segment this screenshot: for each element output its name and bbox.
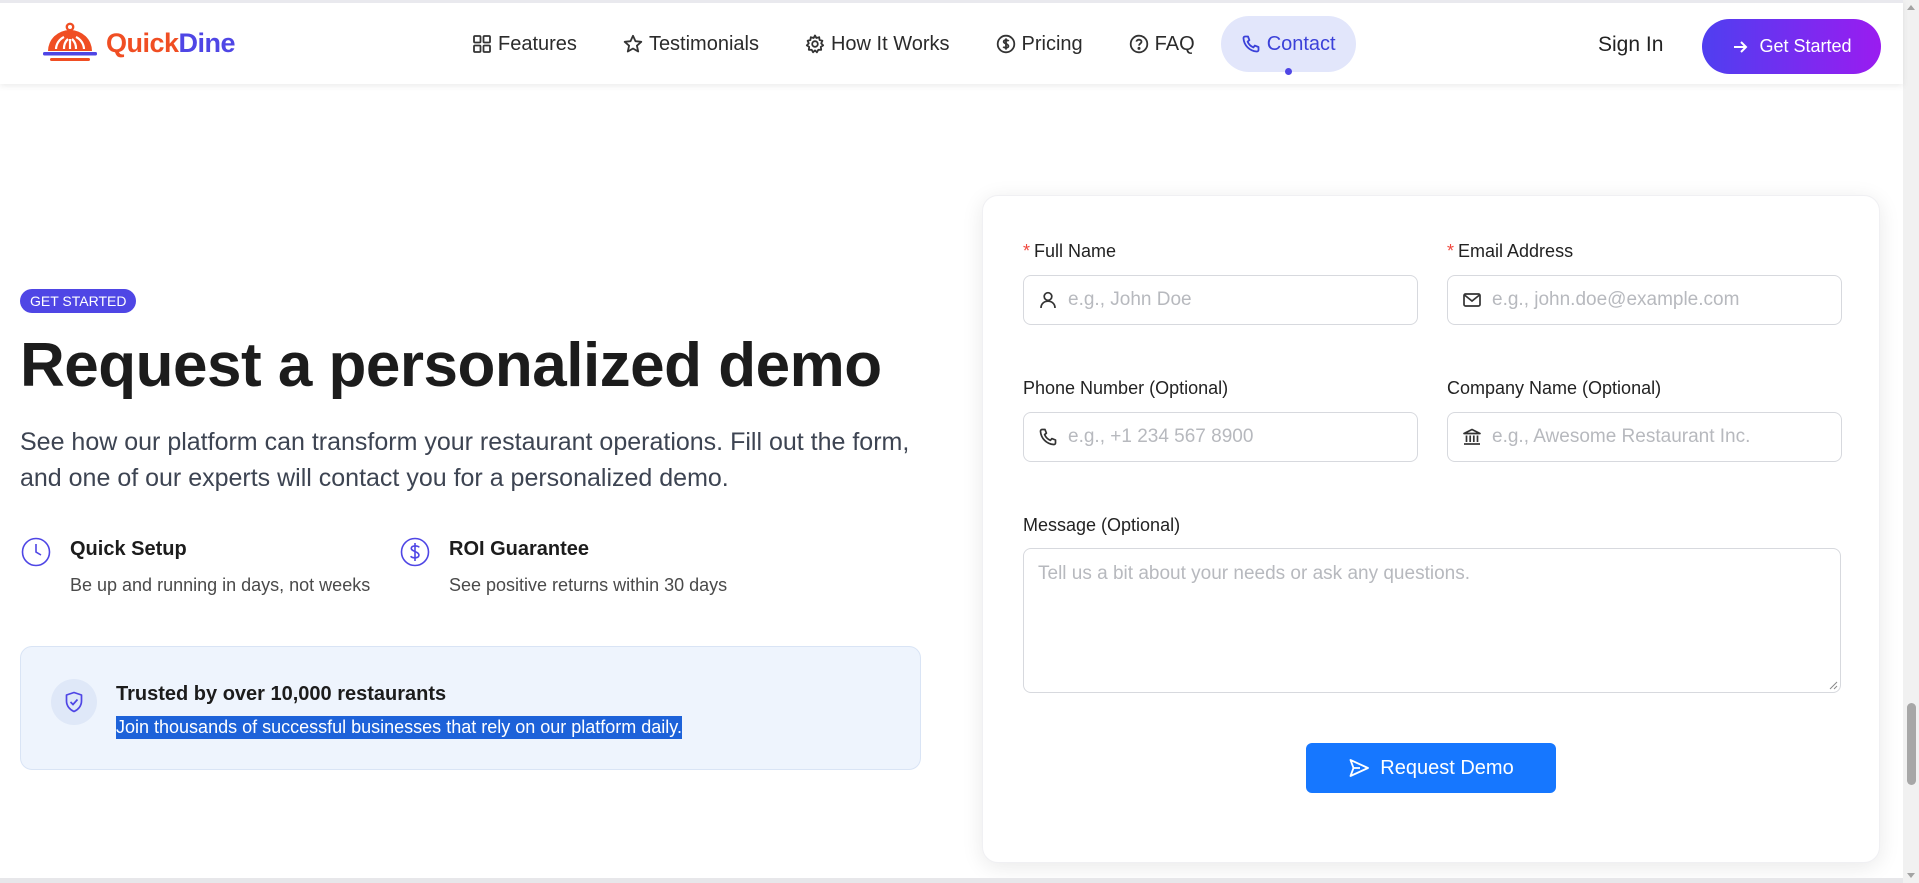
feature-title: Quick Setup <box>70 538 187 560</box>
feature-description: Be up and running in days, not weeks <box>70 575 371 595</box>
nav-item-label: FAQ <box>1154 32 1195 55</box>
feature-quick-setup: Quick Setup Be up and running in days, n… <box>20 536 370 596</box>
feature-description: See positive returns within 30 days <box>449 575 728 595</box>
nav-item-how-it-works[interactable]: How It Works <box>785 16 970 72</box>
cloche-icon <box>43 22 97 61</box>
company-placeholder: e.g., Awesome Restaurant Inc. <box>1492 426 1751 447</box>
get-started-badge: GET STARTED <box>20 289 137 313</box>
nav-item-testimonials[interactable]: Testimonials <box>603 16 779 72</box>
trust-description: Join thousands of successful businesses … <box>116 716 682 739</box>
bank-building-icon <box>1463 428 1481 445</box>
demo-request-form: * Full Name e.g., John Doe * Email Address… <box>982 195 1880 863</box>
question-circle-icon <box>1129 34 1148 54</box>
shield-check-icon <box>65 691 83 713</box>
dollar-circle-icon <box>996 34 1015 54</box>
brand-name-part1: Quick <box>106 27 179 58</box>
company-input[interactable]: e.g., Awesome Restaurant Inc. <box>1447 412 1842 462</box>
sign-in-link[interactable]: Sign In <box>1598 33 1663 57</box>
nav-item-label: Pricing <box>1021 32 1083 55</box>
dollar-circle-icon <box>400 537 430 567</box>
nav-item-faq[interactable]: FAQ <box>1109 16 1215 72</box>
full-name-input[interactable]: e.g., John Doe <box>1023 275 1418 325</box>
nav-item-label: How It Works <box>830 32 950 55</box>
page-scrollbar[interactable] <box>1903 0 1919 883</box>
user-icon <box>1040 291 1056 309</box>
mail-icon <box>1463 293 1481 307</box>
page-title: Request a personalized demo <box>20 331 882 400</box>
arrow-right-icon <box>1734 40 1748 53</box>
email-input[interactable]: e.g., john.doe@example.com <box>1447 275 1842 325</box>
feature-icon-wrap <box>20 536 52 568</box>
phone-label: Phone Number (Optional) <box>1023 378 1229 398</box>
nav-item-label: Contact <box>1266 32 1336 55</box>
message-textarea[interactable]: Tell us a bit about your needs or ask an… <box>1023 548 1841 693</box>
email-placeholder: e.g., john.doe@example.com <box>1492 289 1740 310</box>
active-indicator-dot <box>1285 68 1293 75</box>
grid-icon <box>473 35 491 53</box>
brand-logo[interactable]: QuickDine <box>40 21 236 65</box>
email-label: * Email Address <box>1447 241 1573 262</box>
main-nav: Features Testimonials How It Works Prici… <box>452 16 1362 75</box>
nav-item-contact[interactable]: Contact <box>1220 16 1356 75</box>
scroll-thumb[interactable] <box>1907 703 1916 785</box>
request-demo-button[interactable]: Request Demo <box>1306 743 1556 793</box>
feature-icon-wrap <box>399 536 431 568</box>
send-icon <box>1349 759 1370 777</box>
clock-icon <box>21 537 51 567</box>
resize-handle-icon[interactable] <box>1828 680 1838 690</box>
get-started-label: Get Started <box>1759 36 1852 56</box>
trust-icon-wrap <box>51 679 97 725</box>
nav-item-features[interactable]: Features <box>452 16 597 72</box>
message-placeholder: Tell us a bit about your needs or ask an… <box>1038 563 1470 584</box>
required-mark: * <box>1023 241 1031 261</box>
nav-item-label: Testimonials <box>648 32 759 55</box>
get-started-button[interactable]: Get Started <box>1702 19 1881 74</box>
company-label: Company Name (Optional) <box>1447 378 1662 398</box>
phone-input[interactable]: e.g., +1 234 567 8900 <box>1023 412 1418 462</box>
hero-description: See how our platform can transform your … <box>20 428 910 492</box>
required-mark: * <box>1447 241 1455 261</box>
brand-name-part2: Dine <box>178 27 236 58</box>
page-bottom-edge <box>0 878 1903 883</box>
nav-item-label: Features <box>498 32 577 55</box>
phone-icon <box>1242 35 1260 53</box>
request-demo-label: Request Demo <box>1380 756 1514 779</box>
nav-item-pricing[interactable]: Pricing <box>976 16 1103 72</box>
feature-roi-guarantee: ROI Guarantee See positive returns withi… <box>399 536 727 596</box>
top-navbar: QuickDine Features Testimonials How It W… <box>0 0 1903 84</box>
star-icon <box>623 34 643 53</box>
label-text: Full Name <box>1034 241 1117 261</box>
gear-icon <box>805 34 825 54</box>
scroll-down-arrow-icon[interactable] <box>1907 873 1915 878</box>
message-label: Message (Optional) <box>1023 515 1181 535</box>
phone-placeholder: e.g., +1 234 567 8900 <box>1068 426 1254 447</box>
full-name-label: * Full Name <box>1023 241 1116 262</box>
scroll-up-arrow-icon[interactable] <box>1907 5 1915 10</box>
label-text: Email Address <box>1458 241 1574 261</box>
feature-title: ROI Guarantee <box>449 538 590 560</box>
trust-banner: Trusted by over 10,000 restaurants Join … <box>20 646 921 770</box>
brand-name: QuickDine <box>106 27 236 59</box>
phone-icon <box>1039 428 1057 446</box>
full-name-placeholder: e.g., John Doe <box>1068 289 1192 310</box>
trust-title: Trusted by over 10,000 restaurants <box>116 683 447 705</box>
